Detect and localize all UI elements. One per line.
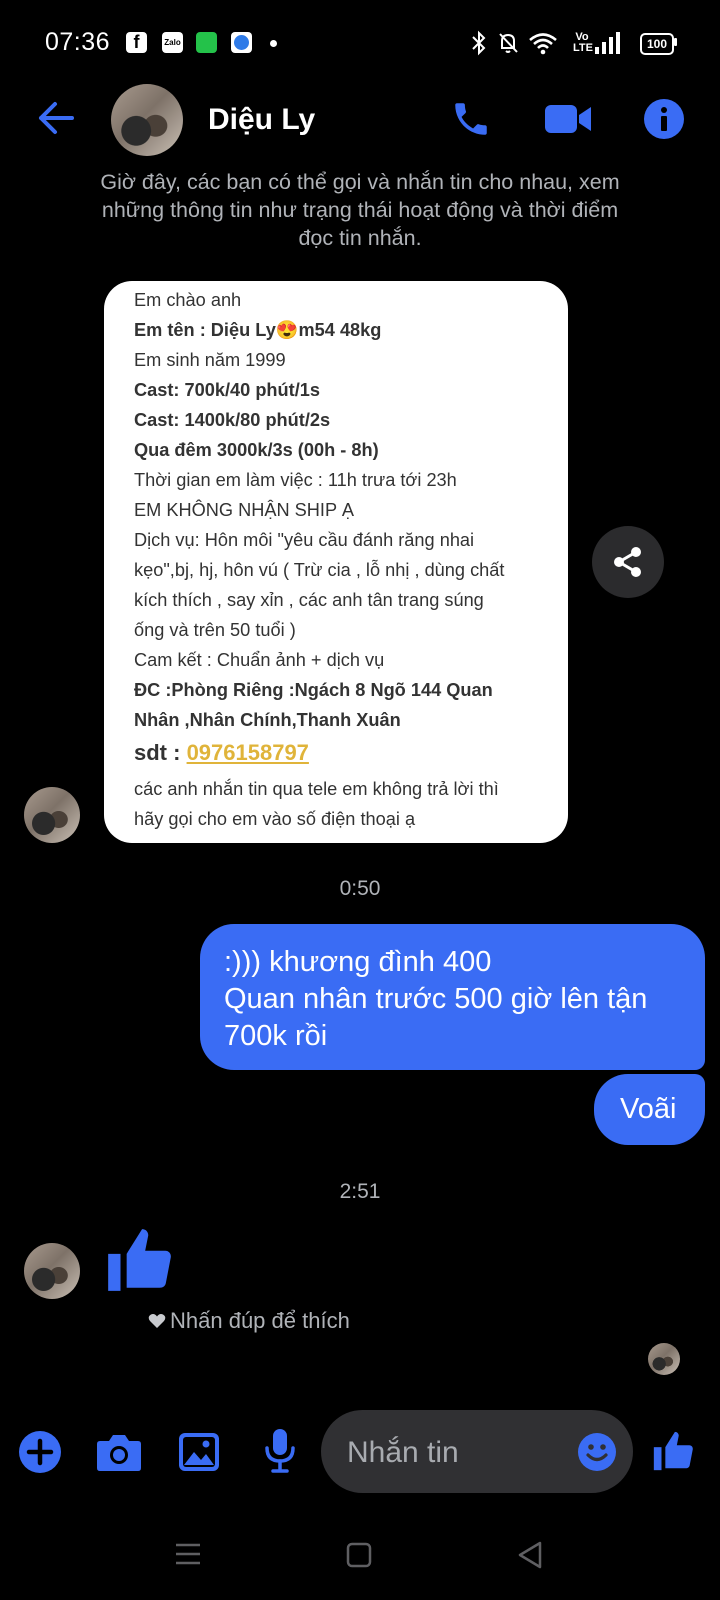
sender-avatar[interactable] — [24, 1243, 80, 1299]
card-line: Em sinh năm 1999 — [134, 350, 286, 370]
contact-name[interactable]: Diệu Ly — [208, 103, 315, 137]
video-camera-icon[interactable] — [543, 100, 593, 138]
card-line: Thời gian em làm việc : 11h trưa tới 23h — [134, 470, 457, 490]
message-input[interactable] — [345, 1410, 569, 1495]
sender-avatar[interactable] — [24, 787, 80, 843]
info-icon[interactable] — [643, 98, 685, 140]
heart-icon — [148, 1314, 166, 1328]
share-icon — [614, 547, 641, 577]
battery-icon: 100 — [640, 33, 674, 55]
card-line-phone: sdt : 0976158797 — [134, 740, 309, 766]
thumbs-up-icon[interactable] — [102, 1222, 176, 1298]
status-time: 07:36 — [45, 28, 111, 56]
card-line: Dịch vụ: Hôn môi "yêu cầu đánh răng nhai — [134, 530, 475, 550]
card-line: ống và trên 50 tuổi ) — [134, 620, 296, 640]
system-notice: Giờ đây, các bạn có thể gọi và nhắn tin … — [100, 170, 620, 250]
status-bar: 07:36 f Zalo Vo LTE 100 — [0, 0, 720, 88]
plus-icon[interactable] — [18, 1430, 62, 1474]
bluetooth-icon — [472, 30, 486, 56]
thumbs-up-send-icon[interactable] — [650, 1428, 696, 1474]
heart-eyes-emoji: 😍 — [275, 320, 299, 340]
facebook-icon: f — [126, 32, 147, 53]
timestamp: 0:50 — [339, 877, 381, 900]
card-line-name: Em tên : Diệu Ly — [134, 320, 276, 340]
phone-number-link[interactable]: 0976158797 — [187, 740, 309, 765]
phone-icon[interactable] — [450, 98, 492, 140]
browser-icon — [231, 32, 252, 53]
like-hint-text: Nhấn đúp để thích — [170, 1308, 350, 1333]
card-line: EM KHÔNG NHẬN SHIP Ạ — [134, 500, 354, 520]
wechat-icon — [196, 32, 217, 53]
camera-icon[interactable] — [96, 1432, 142, 1472]
card-line: Cast: 1400k/80 phút/2s — [134, 410, 331, 430]
image-message[interactable]: Em chào anh Em tên : Diệu Ly😍m54 48kg Em… — [104, 281, 568, 843]
home-nav-icon[interactable] — [346, 1542, 372, 1568]
emoji-icon[interactable] — [577, 1432, 617, 1472]
card-line: Cast: 700k/40 phút/1s — [134, 380, 320, 400]
battery-level: 100 — [646, 37, 668, 51]
sent-message-text: Voãi — [620, 1093, 677, 1125]
volte-label: Vo LTE — [573, 31, 593, 54]
card-line: kích thích , say xỉn , các anh tân trang… — [134, 590, 484, 610]
card-line: ĐC :Phòng Riêng :Ngách 8 Ngõ 144 Quan — [134, 680, 493, 700]
battery-tip — [674, 38, 677, 46]
microphone-icon[interactable] — [264, 1428, 296, 1474]
card-line: hãy gọi cho em vào số điện thoại ạ — [134, 809, 416, 829]
card-line: kẹo",bj, hj, hôn vú ( Trừ cia , lỗ nhị ,… — [134, 560, 505, 580]
gallery-icon[interactable] — [178, 1432, 220, 1472]
card-line: Em tên : Diệu Ly😍m54 48kg — [134, 320, 381, 341]
read-receipt-avatar — [648, 1343, 680, 1375]
menu-nav-icon[interactable] — [174, 1542, 202, 1566]
card-line-stats: m54 48kg — [298, 320, 382, 340]
mute-icon — [499, 33, 518, 53]
card-line: Qua đêm 3000k/3s (00h - 8h) — [134, 440, 379, 460]
wifi-icon — [529, 33, 557, 55]
contact-avatar[interactable] — [111, 84, 183, 156]
sent-message[interactable]: Voãi — [594, 1074, 705, 1145]
signal-icon — [595, 32, 620, 54]
sent-message[interactable]: :))) khương đình 400 Quan nhân trước 500… — [200, 924, 705, 1070]
back-nav-icon[interactable] — [516, 1540, 544, 1570]
back-arrow-icon[interactable] — [36, 100, 76, 136]
zalo-icon: Zalo — [162, 32, 183, 53]
card-line: các anh nhắn tin qua tele em không trả l… — [134, 779, 499, 799]
share-button[interactable] — [592, 526, 664, 598]
card-line: Cam kết : Chuẩn ảnh + dịch vụ — [134, 650, 385, 670]
timestamp: 2:51 — [339, 1180, 381, 1203]
more-notifications-dot — [270, 40, 277, 47]
card-line: Em chào anh — [134, 290, 242, 310]
sent-message-text: :))) khương đình 400 Quan nhân trước 500… — [224, 946, 648, 1052]
like-hint: Nhấn đúp để thích — [148, 1308, 350, 1334]
phone-label: sdt : — [134, 740, 187, 765]
card-line: Nhân ,Nhân Chính,Thanh Xuân — [134, 710, 401, 730]
